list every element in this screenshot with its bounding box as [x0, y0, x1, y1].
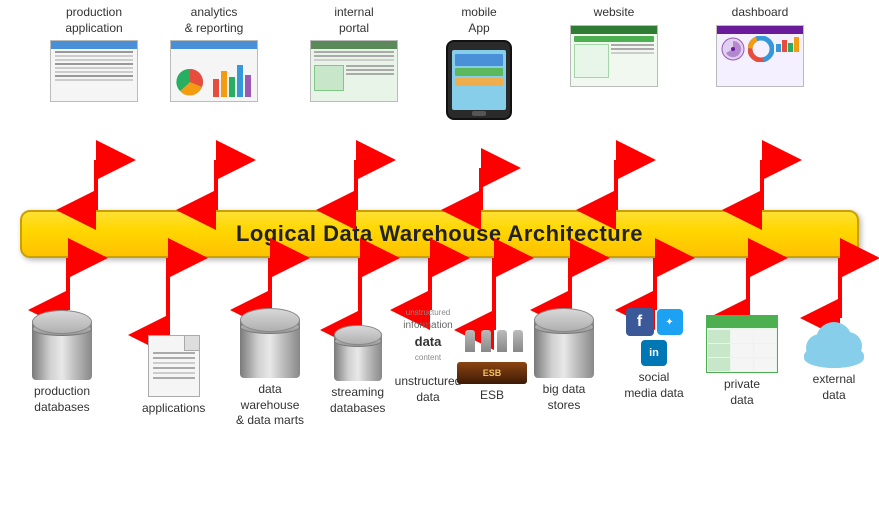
bar — [229, 77, 235, 97]
bottom-item-production-db: productiondatabases — [32, 310, 92, 415]
mock-mobile-app — [446, 40, 512, 120]
mock-analytics — [170, 40, 258, 102]
doc-icon-applications — [148, 335, 200, 397]
top-item-production-app: productionapplication — [50, 5, 138, 102]
spreadsheet-icon — [706, 315, 778, 373]
esb-bar: ESB — [457, 362, 527, 384]
pie-chart — [175, 67, 205, 97]
facebook-icon: f — [626, 308, 654, 336]
top-item-dashboard: dashboard — [716, 5, 804, 87]
bar — [213, 79, 219, 97]
mock-line — [55, 71, 133, 73]
bottom-item-external-data: externaldata — [798, 318, 870, 403]
bottom-item-esb: ESB ESB — [457, 330, 527, 404]
top-item-website: website — [570, 5, 658, 87]
donut-icon — [748, 36, 774, 62]
bottom-item-big-data: big datastores — [534, 308, 594, 413]
bottom-item-applications: applications — [142, 335, 205, 417]
esb-connector — [513, 330, 523, 352]
esb-connectors — [465, 330, 523, 352]
cell — [731, 344, 753, 357]
mock-internal-portal — [310, 40, 398, 102]
top-item-mobile-app: mobileApp — [446, 5, 512, 120]
esb-connector — [481, 330, 491, 352]
cell — [754, 330, 776, 343]
esb-label: ESB — [483, 368, 502, 378]
cell — [708, 330, 730, 343]
mobile-home-button — [472, 111, 486, 116]
mock-lines — [55, 51, 133, 83]
bottom-item-social-media: f ✦ in socialmedia data — [614, 308, 694, 401]
cell — [731, 330, 753, 343]
label-big-data: big datastores — [543, 382, 586, 413]
label-internal-portal: internalportal — [334, 5, 373, 36]
linkedin-icon: in — [641, 340, 667, 366]
mock-line — [55, 59, 133, 61]
bottom-item-streaming-db: streamingdatabases — [330, 325, 385, 416]
mock-production-app — [50, 40, 138, 102]
label-social-media: socialmedia data — [624, 370, 683, 401]
word-cloud: unstructured information data content — [388, 300, 468, 370]
mock-line — [55, 63, 133, 65]
mobile-screen — [452, 50, 506, 110]
label-applications: applications — [142, 401, 205, 417]
label-dashboard: dashboard — [732, 5, 789, 21]
mock-line — [55, 51, 133, 53]
label-analytics: analytics& reporting — [185, 5, 244, 36]
bar — [245, 75, 251, 97]
cell — [731, 358, 753, 371]
cloud-icon — [798, 318, 870, 368]
label-website: website — [594, 5, 635, 21]
esb-connector — [465, 330, 475, 352]
label-streaming-db: streamingdatabases — [330, 385, 385, 416]
mock-dashboard — [716, 25, 804, 87]
db-cylinder-warehouse — [240, 308, 300, 378]
label-esb: ESB — [480, 388, 504, 404]
label-unstructured: unstructureddata — [395, 374, 462, 405]
db-cylinder-streaming — [334, 325, 382, 381]
db-cylinder-bigdata — [534, 308, 594, 378]
top-item-analytics: analytics& reporting — [170, 5, 258, 102]
bottom-item-unstructured: unstructured information data content un… — [388, 300, 468, 405]
mock-line — [55, 67, 133, 69]
top-item-internal-portal: internalportal — [310, 5, 398, 102]
cell — [754, 344, 776, 357]
cell — [708, 344, 730, 357]
db-top — [534, 308, 594, 332]
db-top — [32, 310, 92, 334]
banner-text: Logical Data Warehouse Architecture — [236, 221, 643, 247]
bar-chart — [213, 61, 253, 97]
label-private-data: privatedata — [724, 377, 760, 408]
db-top — [334, 325, 382, 345]
esb-connector — [497, 330, 507, 352]
label-data-warehouse: datawarehouse& data marts — [236, 382, 304, 429]
cell — [754, 358, 776, 371]
cell — [708, 358, 730, 371]
label-production-db: productiondatabases — [34, 384, 90, 415]
db-top — [240, 308, 300, 332]
label-external-data: externaldata — [813, 372, 856, 403]
mock-line — [55, 75, 133, 77]
label-mobile-app: mobileApp — [461, 5, 496, 36]
spreadsheet-grid — [707, 329, 777, 372]
bottom-item-data-warehouse: datawarehouse& data marts — [236, 308, 304, 429]
mock-line — [55, 79, 133, 81]
db-cylinder-production — [32, 310, 92, 380]
esb-visual: ESB — [457, 330, 527, 384]
social-icons: f ✦ in — [614, 308, 694, 366]
central-banner: Logical Data Warehouse Architecture — [20, 210, 859, 258]
bottom-item-private-data: privatedata — [706, 315, 778, 408]
mock-line — [55, 55, 133, 57]
word-cloud-text: unstructured information data content — [403, 306, 452, 363]
gauge-icon — [720, 36, 746, 62]
twitter-icon: ✦ — [657, 309, 683, 335]
label-production-app: productionapplication — [65, 5, 122, 36]
bar — [237, 65, 243, 97]
bar — [221, 71, 227, 97]
mock-website — [570, 25, 658, 87]
diagram-container: Logical Data Warehouse Architecture — [0, 0, 879, 513]
